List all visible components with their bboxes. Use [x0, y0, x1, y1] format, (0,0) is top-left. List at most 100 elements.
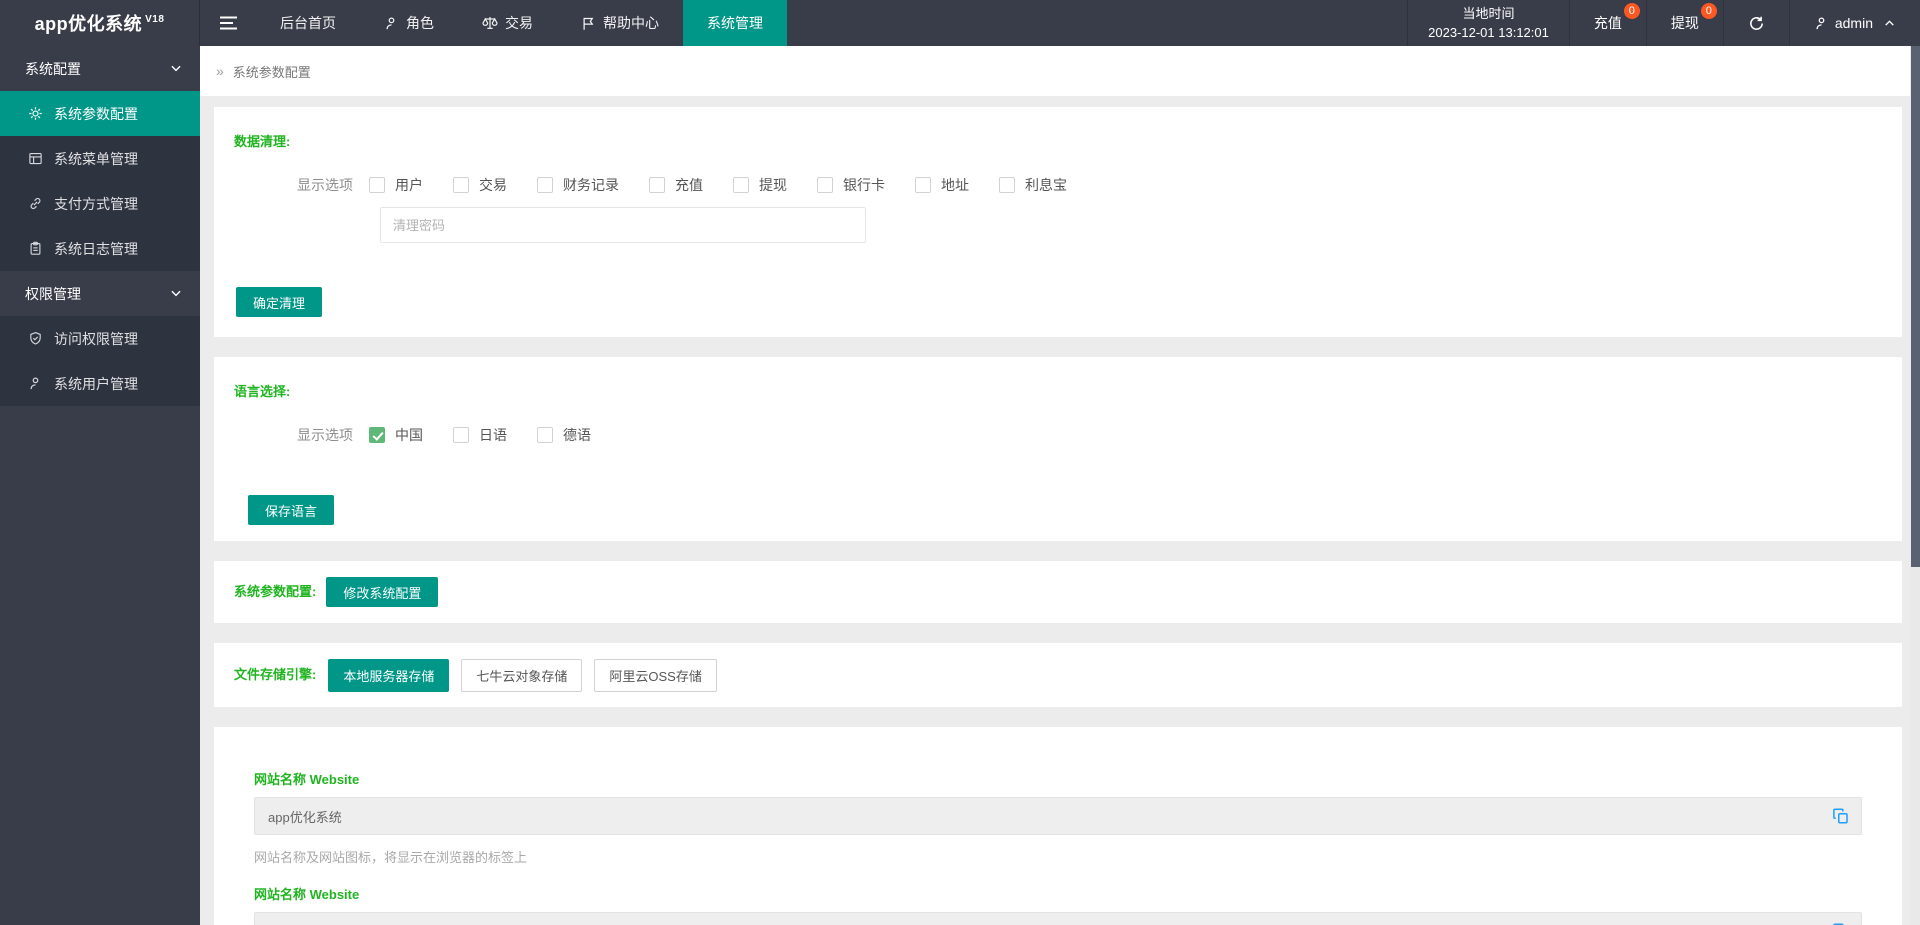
person-icon — [1814, 16, 1829, 31]
shield-check-icon — [28, 331, 43, 346]
checkbox-box[interactable] — [817, 177, 833, 193]
language-actions: 保存语言 — [248, 495, 1882, 525]
withdraw-label: 提现 — [1671, 13, 1699, 33]
sidebar-item-label: 支付方式管理 — [54, 194, 138, 214]
refresh-button[interactable] — [1723, 0, 1789, 46]
checkbox-withdraw[interactable]: 提现 — [733, 175, 787, 195]
user-icon — [28, 376, 43, 391]
refresh-icon — [1748, 15, 1765, 32]
app-version: V18 — [145, 14, 164, 25]
hamburger-menu-icon[interactable] — [200, 0, 256, 46]
storage-qiniu-button[interactable]: 七牛云对象存储 — [461, 659, 582, 692]
storage-engine-card: 文件存储引擎: 本地服务器存储 七牛云对象存储 阿里云OSS存储 — [214, 643, 1902, 707]
top-header: app优化系统 V18 后台首页 角色 交易 帮助中心 — [0, 0, 1920, 46]
checkbox-users[interactable]: 用户 — [369, 175, 423, 195]
checkbox-box-checked[interactable] — [369, 427, 385, 443]
main-area: » 系统参数配置 数据清理: 显示选项 用户 交易 财务记录 — [200, 46, 1920, 925]
link-icon — [28, 196, 43, 211]
breadcrumb-separator: » — [216, 63, 224, 79]
website-name-input-2[interactable] — [254, 912, 1862, 925]
language-card: 语言选择: 显示选项 中国 日语 德语 保存语言 — [214, 357, 1902, 541]
checkbox-box[interactable] — [369, 177, 385, 193]
checkbox-lang-japanese[interactable]: 日语 — [453, 425, 507, 445]
breadcrumb: » 系统参数配置 — [200, 46, 1920, 96]
sidebar-group-system-config[interactable]: 系统配置 — [0, 46, 200, 91]
clipboard-icon — [28, 241, 43, 256]
storage-aliyun-oss-button[interactable]: 阿里云OSS存储 — [594, 659, 716, 692]
checkbox-label: 利息宝 — [1025, 175, 1067, 195]
app-logo-text: app优化系统 — [35, 10, 143, 36]
website-name-help: 网站名称及网站图标，将显示在浏览器的标签上 — [254, 847, 1862, 866]
save-language-button[interactable]: 保存语言 — [248, 495, 334, 525]
checkbox-lang-china[interactable]: 中国 — [369, 425, 423, 445]
website-name-label: 网站名称 Website — [254, 771, 1862, 789]
website-name-input[interactable] — [254, 797, 1862, 835]
person-icon — [384, 16, 399, 31]
checkbox-bank-card[interactable]: 银行卡 — [817, 175, 885, 195]
page-scrollbar[interactable] — [1910, 46, 1920, 925]
checkbox-box[interactable] — [453, 427, 469, 443]
flag-icon — [581, 16, 596, 31]
data-clean-options-row: 显示选项 用户 交易 财务记录 充值 — [297, 175, 1882, 195]
app-logo[interactable]: app优化系统 V18 — [0, 0, 200, 46]
sidebar-item-payment-methods[interactable]: 支付方式管理 — [0, 181, 200, 226]
checkbox-box[interactable] — [537, 427, 553, 443]
nav-item-dashboard[interactable]: 后台首页 — [256, 0, 360, 46]
language-options-row: 显示选项 中国 日语 德语 — [297, 425, 1882, 445]
chevron-down-icon — [169, 61, 183, 75]
checkbox-label: 银行卡 — [843, 175, 885, 195]
chevron-down-icon — [169, 286, 183, 300]
sidebar-item-label: 系统参数配置 — [54, 104, 138, 124]
checkbox-label: 财务记录 — [563, 175, 619, 195]
website-name-field-2 — [254, 912, 1862, 925]
nav-label: 帮助中心 — [603, 13, 659, 33]
hamburger-icon — [220, 16, 237, 30]
sidebar-item-system-menu[interactable]: 系统菜单管理 — [0, 136, 200, 181]
checkbox-box[interactable] — [999, 177, 1015, 193]
sidebar-item-access-permissions[interactable]: 访问权限管理 — [0, 316, 200, 361]
checkbox-recharge[interactable]: 充值 — [649, 175, 703, 195]
sidebar-item-system-users[interactable]: 系统用户管理 — [0, 361, 200, 406]
system-config-title: 系统参数配置: — [234, 583, 316, 601]
scrollbar-thumb[interactable] — [1911, 46, 1920, 567]
system-config-card: 系统参数配置: 修改系统配置 — [214, 561, 1902, 623]
nav-item-roles[interactable]: 角色 — [360, 0, 458, 46]
clean-password-input[interactable] — [380, 207, 866, 243]
sidebar-group-permissions[interactable]: 权限管理 — [0, 271, 200, 316]
sidebar-item-system-logs[interactable]: 系统日志管理 — [0, 226, 200, 271]
checkbox-label: 充值 — [675, 175, 703, 195]
checkbox-box[interactable] — [649, 177, 665, 193]
recharge-button[interactable]: 充值 0 — [1569, 0, 1646, 46]
confirm-clean-button[interactable]: 确定清理 — [236, 287, 322, 317]
local-time-value: 2023-12-01 13:12:01 — [1428, 23, 1549, 42]
sidebar-item-system-params[interactable]: 系统参数配置 — [0, 91, 200, 136]
nav-label: 系统管理 — [707, 13, 763, 33]
checkbox-address[interactable]: 地址 — [915, 175, 969, 195]
nav-item-system-management[interactable]: 系统管理 — [683, 0, 787, 46]
options-label: 显示选项 — [297, 175, 353, 195]
checkbox-trades[interactable]: 交易 — [453, 175, 507, 195]
checkbox-box[interactable] — [453, 177, 469, 193]
checkbox-box[interactable] — [733, 177, 749, 193]
user-menu[interactable]: admin — [1789, 0, 1920, 46]
withdraw-button[interactable]: 提现 0 — [1646, 0, 1723, 46]
nav-item-trade[interactable]: 交易 — [458, 0, 557, 46]
checkbox-lang-german[interactable]: 德语 — [537, 425, 591, 445]
storage-local-button[interactable]: 本地服务器存储 — [328, 659, 449, 692]
checkbox-label: 用户 — [395, 175, 423, 195]
sidebar-item-label: 系统用户管理 — [54, 374, 138, 394]
checkbox-interest-treasure[interactable]: 利息宝 — [999, 175, 1067, 195]
data-clean-card: 数据清理: 显示选项 用户 交易 财务记录 充值 — [214, 107, 1902, 337]
checkbox-box[interactable] — [537, 177, 553, 193]
nav-item-help-center[interactable]: 帮助中心 — [557, 0, 683, 46]
checkbox-label: 交易 — [479, 175, 507, 195]
nav-label: 角色 — [406, 13, 434, 33]
modify-system-config-button[interactable]: 修改系统配置 — [326, 577, 438, 607]
checkbox-box[interactable] — [915, 177, 931, 193]
checkbox-finance-records[interactable]: 财务记录 — [537, 175, 619, 195]
storage-engine-title: 文件存储引擎: — [234, 666, 316, 684]
checkbox-label: 地址 — [941, 175, 969, 195]
nav-label: 后台首页 — [280, 13, 336, 33]
checkbox-label: 德语 — [563, 425, 591, 445]
copy-icon[interactable] — [1832, 807, 1850, 825]
